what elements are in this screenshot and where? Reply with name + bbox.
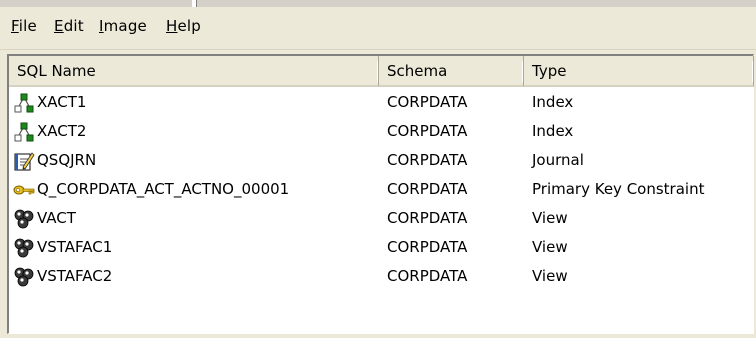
schema-cell: CORPDATA [387,238,468,256]
sql-name-cell: QSQJRN [13,146,96,175]
type-cell: View [532,267,568,285]
schema-cell: CORPDATA [387,122,468,140]
menu-edit-accel: E [54,17,64,35]
menu-image-rest: mage [103,17,147,35]
table-row[interactable]: XACT2 CORPDATA Index [9,117,754,146]
sql-name-cell: XACT1 [13,88,86,117]
table-row[interactable]: VSTAFAC1 CORPDATA View [9,233,754,262]
menu-edit-rest: dit [63,17,84,35]
column-header-sql-name[interactable]: SQL Name [9,56,379,87]
view-icon [13,237,35,259]
type-cell: Index [532,93,574,111]
index-icon [13,92,35,114]
menu-edit[interactable]: Edit [54,17,84,35]
schema-cell: CORPDATA [387,267,468,285]
sql-name-label: VSTAFAC2 [37,267,113,285]
type-cell: Journal [532,151,584,169]
table-row[interactable]: VACT CORPDATA View [9,204,754,233]
table-row[interactable]: VSTAFAC2 CORPDATA View [9,262,754,291]
sql-name-cell: VACT [13,204,76,233]
column-header-schema[interactable]: Schema [379,56,524,87]
menu-help-accel: H [166,17,178,35]
object-list: SQL Name Schema Type XACT1 CORPDATA Inde… [7,54,754,334]
type-cell: Index [532,122,574,140]
key-icon [13,179,35,201]
splitter-notch [192,0,197,7]
sql-name-label: XACT2 [37,122,87,140]
sql-name-cell: VSTAFAC2 [13,262,112,291]
sql-name-label: VSTAFAC1 [37,238,113,256]
menu-help[interactable]: Help [166,17,201,35]
journal-icon [13,150,35,172]
view-icon [13,208,35,230]
menu-file-rest: ile [18,17,37,35]
menu-file[interactable]: File [11,17,37,35]
schema-cell: CORPDATA [387,209,468,227]
sql-name-cell: VSTAFAC1 [13,233,112,262]
menu-image[interactable]: Image [99,17,147,35]
menu-bar: File Edit Image Help [0,7,756,50]
list-header: SQL Name Schema Type [9,56,754,87]
window-top-strip [0,0,756,7]
column-header-type[interactable]: Type [524,56,754,87]
schema-cell: CORPDATA [387,93,468,111]
type-cell: Primary Key Constraint [532,180,705,198]
type-cell: View [532,238,568,256]
sql-name-label: Q_CORPDATA_ACT_ACTNO_00001 [37,180,290,198]
table-row[interactable]: QSQJRN CORPDATA Journal [9,146,754,175]
schema-cell: CORPDATA [387,180,468,198]
view-icon [13,266,35,288]
sql-name-cell: XACT2 [13,117,86,146]
sql-name-label: XACT1 [37,93,87,111]
index-icon [13,121,35,143]
table-row[interactable]: Q_CORPDATA_ACT_ACTNO_00001 CORPDATA Prim… [9,175,754,204]
schema-cell: CORPDATA [387,151,468,169]
menu-file-accel: F [11,17,19,35]
sql-name-cell: Q_CORPDATA_ACT_ACTNO_00001 [13,175,289,204]
type-cell: View [532,209,568,227]
sql-name-label: QSQJRN [37,151,97,169]
sql-name-label: VACT [37,209,76,227]
table-row[interactable]: XACT1 CORPDATA Index [9,88,754,117]
menu-help-rest: elp [177,17,202,35]
